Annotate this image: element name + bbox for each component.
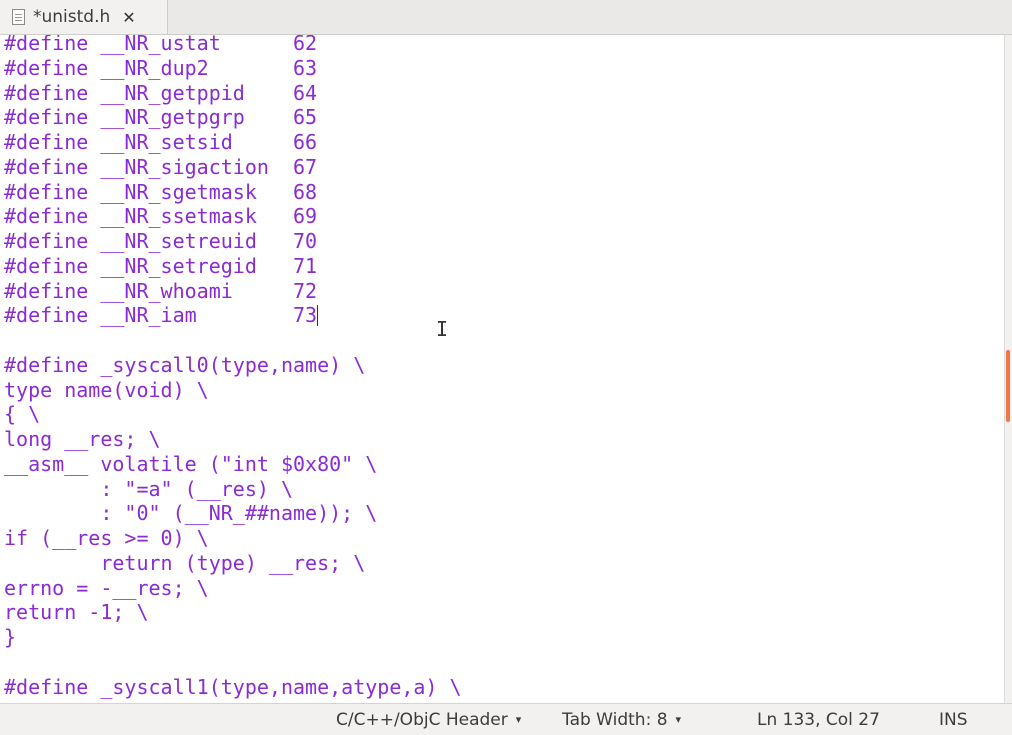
code-line: long __res; \: [4, 427, 161, 451]
code-line: #define __NR_setsid 66: [4, 130, 318, 154]
vertical-scrollbar[interactable]: [1004, 35, 1012, 703]
code-text[interactable]: #define __NR_ustat 62 #define __NR_dup2 …: [4, 35, 462, 699]
code-line: if (__res >= 0) \: [4, 526, 209, 550]
ibeam-cursor-icon: I: [436, 317, 449, 341]
scrollbar-thumb[interactable]: [1006, 350, 1010, 422]
code-line: return -1; \: [4, 600, 149, 625]
code-line: #define __NR_whoami 72: [4, 278, 318, 303]
tab-bar: *unistd.h ✕: [0, 0, 1012, 35]
language-selector[interactable]: C/C++/ObjC Header ▾: [336, 710, 521, 730]
insert-mode: INS: [939, 710, 968, 730]
language-label: C/C++/ObjC Header: [336, 710, 508, 730]
code-line: #define __NR_sigaction 67: [4, 154, 318, 179]
chevron-down-icon: ▾: [515, 713, 522, 726]
tab-title: *unistd.h: [33, 7, 111, 27]
text-file-icon: [12, 9, 25, 25]
tab-width-selector[interactable]: Tab Width: 8 ▾: [562, 710, 681, 730]
code-line: return (type) __res; \: [4, 550, 366, 575]
code-line: #define _syscall1(type,name,atype,a) \: [4, 674, 462, 699]
code-line: #define __NR_iam 73: [4, 303, 318, 328]
code-line: errno = -__res; \: [4, 575, 209, 600]
code-line: #define __NR_setreuid 70: [4, 229, 318, 253]
tab-width-label: Tab Width: 8: [562, 710, 668, 730]
code-line: { \: [4, 402, 41, 427]
text-caret: [317, 305, 319, 327]
code-line: type name(void) \: [4, 377, 209, 402]
code-line: : "=a" (__res) \: [4, 476, 293, 501]
close-icon[interactable]: ✕: [122, 8, 135, 27]
cursor-position: Ln 133, Col 27: [757, 710, 880, 730]
code-line: #define __NR_getppid 64: [4, 80, 318, 105]
code-editor[interactable]: #define __NR_ustat 62 #define __NR_dup2 …: [0, 35, 1004, 703]
code-line: #define __NR_getpgrp 65: [4, 105, 318, 130]
chevron-down-icon: ▾: [675, 713, 682, 726]
code-line: #define __NR_setregid 71: [4, 253, 318, 278]
code-line: __asm__ volatile ("int $0x80" \: [4, 451, 378, 476]
code-line: }: [4, 625, 17, 649]
code-line: : "0" (__NR_##name)); \: [4, 501, 378, 526]
code-line: #define __NR_ssetmask 69: [4, 204, 318, 229]
status-bar: C/C++/ObjC Header ▾ Tab Width: 8 ▾ Ln 133,…: [0, 703, 1012, 735]
code-line: #define __NR_sgetmask 68: [4, 179, 318, 204]
code-line: #define __NR_dup2 63: [4, 55, 318, 80]
code-line: #define __NR_ustat 62: [4, 35, 318, 55]
code-line: #define _syscall0(type,name) \: [4, 352, 366, 377]
tab-unistd-h[interactable]: *unistd.h ✕: [0, 0, 168, 34]
